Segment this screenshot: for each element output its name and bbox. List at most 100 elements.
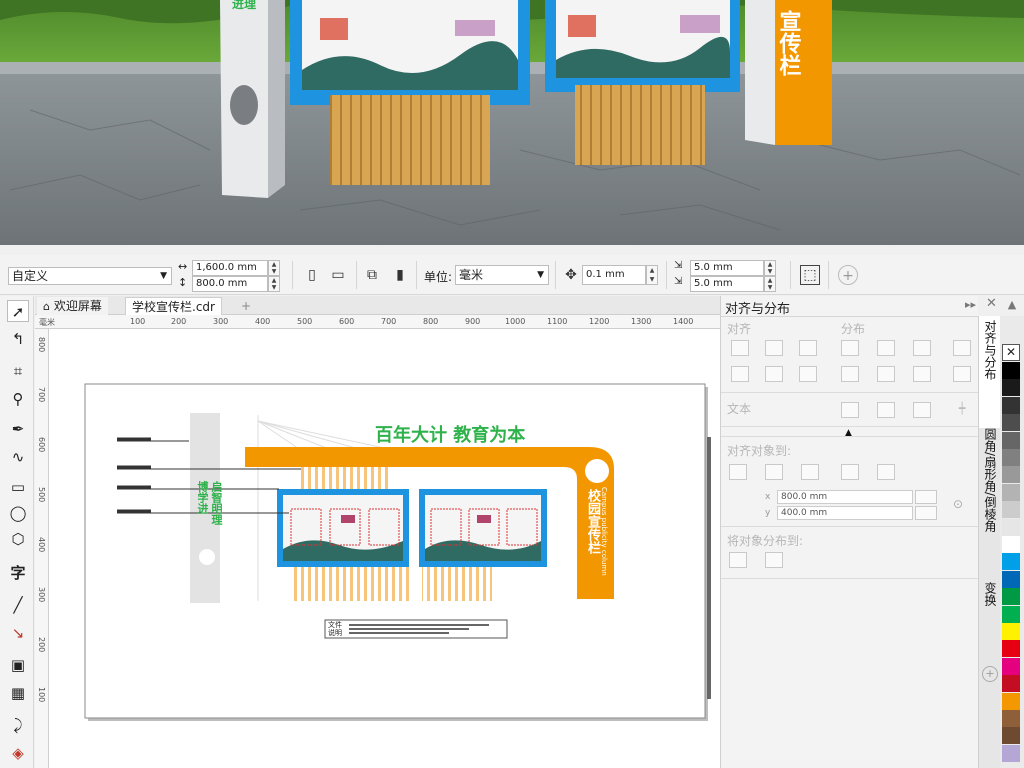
- all-pages-icon[interactable]: ⧉: [362, 265, 382, 285]
- no-color-swatch-icon[interactable]: ✕: [1002, 344, 1020, 361]
- distribute-top-icon[interactable]: [841, 366, 859, 382]
- text-baseline-last-icon[interactable]: [877, 402, 895, 418]
- current-page-icon[interactable]: ▮: [390, 265, 410, 285]
- duplicate-y-input[interactable]: 5.0 mm: [690, 276, 764, 292]
- fill-tool-icon[interactable]: ◈: [7, 742, 29, 764]
- palette-swatch[interactable]: [1002, 588, 1020, 606]
- duplicate-x-input[interactable]: 5.0 mm: [690, 260, 764, 276]
- palette-swatch[interactable]: [1002, 623, 1020, 640]
- palette-swatch[interactable]: [1002, 466, 1020, 484]
- align-left-icon[interactable]: [731, 340, 749, 356]
- page-height-stepper[interactable]: ▲ ▼: [268, 276, 280, 292]
- drawing-canvas[interactable]: 百年大计 教育为本 校园宣传栏 Campus publicity column …: [49, 329, 720, 768]
- add-preset-icon[interactable]: +: [838, 265, 858, 285]
- nudge-stepper[interactable]: ▲ ▼: [646, 265, 658, 285]
- palette-swatch[interactable]: [1002, 518, 1020, 536]
- target-icon[interactable]: ⊙: [953, 497, 963, 511]
- palette-swatch[interactable]: [1002, 536, 1020, 553]
- tab-fillet-scallop-chamfer[interactable]: 圆角/扇形角/倒棱角: [981, 428, 999, 532]
- page-edge-icon[interactable]: [765, 464, 783, 480]
- distribute-bottom-icon[interactable]: [913, 366, 931, 382]
- palette-swatch[interactable]: [1002, 727, 1020, 745]
- transparency-tool-icon[interactable]: ▦: [7, 682, 29, 704]
- add-tab-icon[interactable]: +: [235, 297, 257, 315]
- units-select[interactable]: 毫米 ▼: [455, 265, 549, 285]
- text-baseline-first-icon[interactable]: [841, 402, 859, 418]
- distribute-left-icon[interactable]: [841, 340, 859, 356]
- palette-swatch[interactable]: [1002, 710, 1020, 727]
- crop-tool-icon[interactable]: ⌗: [7, 360, 29, 382]
- polygon-tool-icon[interactable]: ⬡: [7, 528, 29, 550]
- duplicate-y-stepper[interactable]: ▲ ▼: [764, 276, 776, 292]
- page-center-icon[interactable]: [801, 464, 819, 480]
- palette-swatch[interactable]: [1002, 431, 1020, 449]
- ellipse-tool-icon[interactable]: ◯: [7, 502, 29, 524]
- palette-swatch[interactable]: [1002, 396, 1020, 414]
- bezier-tool-icon[interactable]: ∿: [7, 446, 29, 468]
- align-top-icon[interactable]: [731, 366, 749, 382]
- drop-shadow-tool-icon[interactable]: ▣: [7, 654, 29, 676]
- tab-document[interactable]: 学校宣传栏.cdr: [125, 297, 222, 315]
- palette-swatch[interactable]: [1002, 640, 1020, 658]
- align-center-h-icon[interactable]: [765, 340, 783, 356]
- connector-tool-icon[interactable]: ↘: [7, 622, 29, 644]
- align-x-input[interactable]: 800.0 mm: [777, 490, 913, 504]
- palette-swatch[interactable]: [1002, 483, 1020, 501]
- palette-scroll-up-icon[interactable]: ▲: [1004, 298, 1020, 314]
- zoom-tool-icon[interactable]: ⚲: [7, 388, 29, 410]
- rectangle-tool-icon[interactable]: ▭: [7, 476, 29, 498]
- text-bbox-icon[interactable]: [913, 402, 931, 418]
- palette-swatch[interactable]: [1002, 605, 1020, 623]
- duplicate-x-stepper[interactable]: ▲ ▼: [764, 260, 776, 276]
- tab-transform[interactable]: 变换: [981, 582, 999, 606]
- distribute-vspacing-icon[interactable]: [953, 366, 971, 382]
- align-center-v-icon[interactable]: [765, 366, 783, 382]
- eyedropper-tool-icon[interactable]: ⤸: [7, 714, 29, 736]
- page-width-input[interactable]: 1,600.0 mm: [192, 260, 268, 276]
- palette-swatch[interactable]: [1002, 449, 1020, 466]
- align-x-stepper[interactable]: [915, 490, 937, 504]
- distribute-spacing-icon[interactable]: [953, 340, 971, 356]
- tab-align-distribute[interactable]: 对齐与分布: [981, 320, 999, 380]
- page-height-input[interactable]: 800.0 mm: [192, 276, 268, 292]
- palette-scroll-icon[interactable]: [1004, 676, 1020, 692]
- distribute-page-icon[interactable]: [765, 552, 783, 568]
- grid-icon[interactable]: [841, 464, 859, 480]
- page-width-stepper[interactable]: ▲ ▼: [268, 260, 280, 276]
- distribute-middle-icon[interactable]: [877, 366, 895, 382]
- vertical-ruler[interactable]: 800 700 600 500 400 300 200 100: [35, 329, 49, 768]
- align-y-stepper[interactable]: [915, 506, 937, 520]
- distribute-selection-icon[interactable]: [729, 552, 747, 568]
- text-tool-icon[interactable]: 字: [7, 562, 29, 584]
- pen-tool-icon[interactable]: ✒: [7, 418, 29, 440]
- shape-tool-icon[interactable]: ↰: [7, 328, 29, 350]
- distribute-center-icon[interactable]: [877, 340, 895, 356]
- align-y-input[interactable]: 400.0 mm: [777, 506, 913, 520]
- add-docker-icon[interactable]: +: [982, 666, 998, 682]
- active-objects-icon[interactable]: [729, 464, 747, 480]
- nudge-input[interactable]: 0.1 mm: [582, 265, 646, 285]
- palette-swatch[interactable]: [1002, 362, 1020, 379]
- palette-swatch[interactable]: [1002, 744, 1020, 762]
- tab-welcome[interactable]: ⌂ 欢迎屏幕: [37, 297, 108, 315]
- expand-icon[interactable]: ▸▸: [965, 298, 976, 311]
- text-options-icon[interactable]: ┿: [953, 402, 971, 418]
- specified-point-icon[interactable]: [877, 464, 895, 480]
- align-bottom-icon[interactable]: [799, 366, 817, 382]
- distribute-right-icon[interactable]: [913, 340, 931, 356]
- palette-swatch[interactable]: [1002, 379, 1020, 397]
- palette-swatch[interactable]: [1002, 553, 1020, 571]
- page-preset-select[interactable]: 自定义 ▼: [8, 267, 172, 285]
- palette-swatch[interactable]: [1002, 692, 1020, 710]
- landscape-icon[interactable]: ▭: [328, 265, 348, 285]
- pick-tool-icon[interactable]: ➚: [7, 300, 29, 322]
- palette-swatch[interactable]: [1002, 501, 1020, 519]
- palette-swatch[interactable]: [1002, 570, 1020, 588]
- portrait-icon[interactable]: ▯: [302, 265, 322, 285]
- page-border-icon[interactable]: ⬚: [800, 265, 820, 285]
- line-tool-icon[interactable]: ╱: [7, 594, 29, 616]
- align-right-icon[interactable]: [799, 340, 817, 356]
- palette-swatch[interactable]: [1002, 414, 1020, 432]
- horizontal-ruler[interactable]: 毫米 100 200 300 400 500 600 700 800 900 1…: [35, 315, 720, 329]
- close-icon[interactable]: ✕: [986, 296, 997, 311]
